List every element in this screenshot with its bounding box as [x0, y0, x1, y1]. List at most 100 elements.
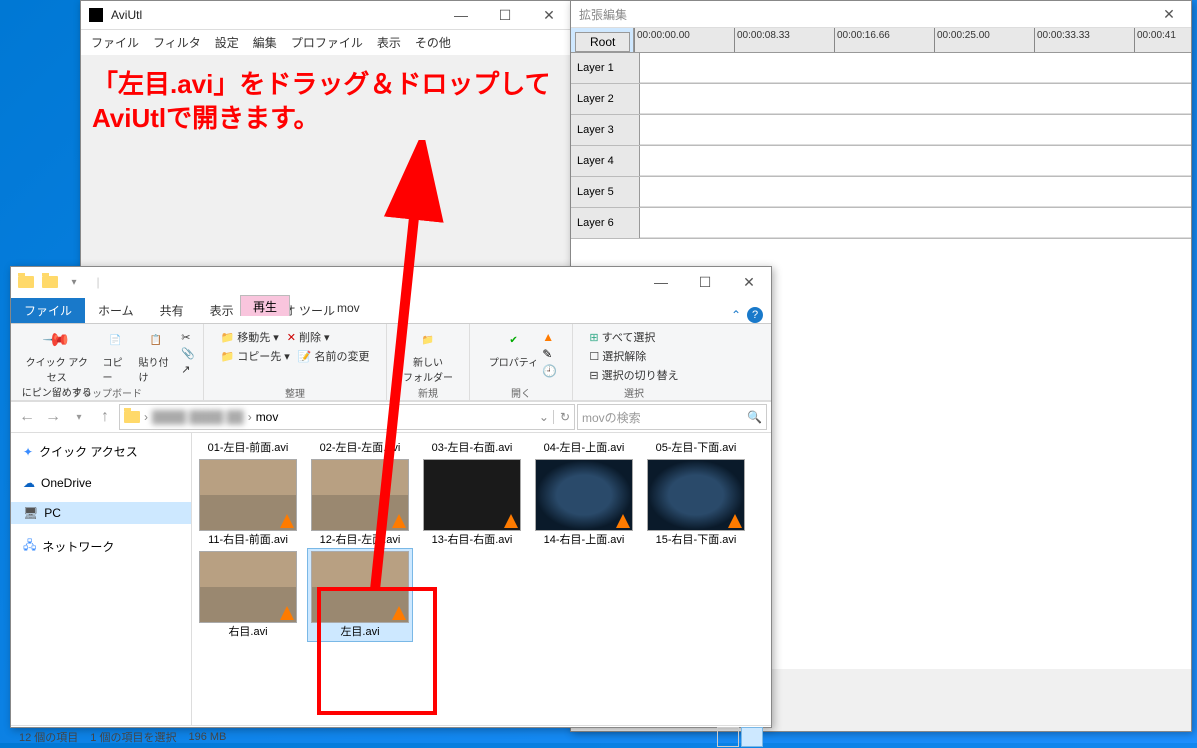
time-ruler[interactable]: 00:00:00.00 00:00:08.33 00:00:16.66 00:0… — [634, 28, 1191, 52]
file-item[interactable]: 13-右目-右面.avi — [420, 457, 524, 549]
video-thumbnail — [311, 551, 409, 623]
cut-button[interactable]: ✂ — [179, 330, 197, 345]
root-button[interactable]: Root — [575, 32, 630, 52]
nav-pane: ✦クイック アクセス ☁OneDrive 🖥PC 🖧ネットワーク — [11, 433, 192, 725]
file-pane[interactable]: 01-左目-前面.avi 02-左目-左面.avi 03-左目-右面.avi 0… — [192, 433, 771, 725]
shortcut-icon: ↗ — [181, 363, 190, 376]
ribbon-expand-icon[interactable]: ⌃ — [731, 308, 741, 322]
file-item[interactable]: 01-左目-前面.avi — [196, 437, 300, 457]
nav-quick-access[interactable]: ✦クイック アクセス — [11, 439, 191, 464]
layer-track[interactable] — [640, 84, 1191, 114]
nav-pc[interactable]: 🖥PC — [11, 502, 191, 524]
tab-file[interactable]: ファイル — [11, 298, 85, 323]
file-item[interactable]: 11-右目-前面.avi — [196, 457, 300, 549]
minimize-button[interactable]: — — [639, 268, 683, 296]
file-item[interactable]: 02-左目-左面.avi — [308, 437, 412, 457]
layer-track[interactable] — [640, 146, 1191, 176]
nav-onedrive[interactable]: ☁OneDrive — [11, 472, 191, 494]
copy-path-button[interactable]: 📎 — [179, 346, 197, 361]
chevron-down-icon: ▾ — [324, 331, 330, 344]
edit-icon[interactable]: ✎ — [542, 347, 557, 361]
details-view-button[interactable] — [717, 727, 739, 747]
aviutl-titlebar[interactable]: AviUtl — ☐ ✕ — [81, 1, 571, 30]
search-input[interactable]: movの検索 🔍 — [577, 404, 767, 430]
up-button[interactable]: ↑ — [93, 405, 117, 429]
file-item[interactable]: 05-左目-下面.avi — [644, 437, 748, 457]
link-icon: 📎 — [181, 347, 195, 360]
file-item[interactable]: 14-右目-上面.avi — [532, 457, 636, 549]
menu-filter[interactable]: フィルタ — [153, 34, 201, 51]
maximize-button[interactable]: ☐ — [683, 268, 727, 296]
invert-selection-button[interactable]: ⊟選択の切り替え — [587, 366, 680, 384]
file-item-left-eye[interactable]: 左目.avi — [308, 549, 412, 641]
file-grid: 11-右目-前面.avi 12-右目-左面.avi 13-右目-右面.avi 1… — [196, 457, 767, 549]
move-to-button[interactable]: 📁移動先▾ — [219, 328, 281, 346]
group-clipboard-label: クリップボード — [11, 385, 203, 400]
layer-label[interactable]: Layer 6 — [571, 208, 640, 238]
file-item[interactable]: 15-右目-下面.avi — [644, 457, 748, 549]
qat-button[interactable] — [39, 271, 61, 293]
layer-track[interactable] — [640, 53, 1191, 83]
file-item[interactable]: 12-右目-左面.avi — [308, 457, 412, 549]
layer-label[interactable]: Layer 2 — [571, 84, 640, 114]
minimize-button[interactable]: — — [439, 1, 483, 29]
vlc-cone-icon[interactable]: ▲ — [542, 330, 557, 344]
select-none-button[interactable]: ☐選択解除 — [587, 347, 680, 365]
thumbnails-view-button[interactable] — [741, 727, 763, 747]
paste-shortcut-button[interactable]: ↗ — [179, 362, 197, 377]
file-item[interactable]: 03-左目-右面.avi — [420, 437, 524, 457]
address-bar[interactable]: › ████ ████ ██ › mov ⌄ ↻ — [119, 404, 575, 430]
addr-folder[interactable]: mov — [256, 410, 279, 424]
menu-edit[interactable]: 編集 — [253, 34, 277, 51]
vlc-cone-icon — [392, 606, 406, 620]
ruler-row: Root 00:00:00.00 00:00:08.33 00:00:16.66… — [571, 28, 1191, 53]
close-button[interactable]: ✕ — [727, 268, 771, 296]
rename-button[interactable]: 📝名前の変更 — [296, 347, 372, 365]
delete-button[interactable]: ✕削除▾ — [285, 328, 332, 346]
close-button[interactable]: ✕ — [527, 1, 571, 29]
menu-profile[interactable]: プロファイル — [291, 34, 363, 51]
nav-network[interactable]: 🖧ネットワーク — [11, 532, 191, 561]
history-icon[interactable]: 🕘 — [542, 364, 557, 378]
select-all-button[interactable]: ⊞すべて選択 — [587, 328, 680, 346]
explorer-titlebar[interactable]: ▾ | — ☐ ✕ — [11, 267, 771, 297]
menu-other[interactable]: その他 — [415, 34, 451, 51]
status-bar: 12 個の項目 1 個の項目を選択 196 MB — [11, 725, 771, 748]
addr-dropdown-icon[interactable]: ⌄ — [539, 410, 549, 424]
properties-button[interactable]: ✔プロパティ — [485, 326, 542, 378]
file-item[interactable]: 04-左目-上面.avi — [532, 437, 636, 457]
star-icon: ✦ — [23, 445, 33, 459]
qat-expand-icon[interactable]: ▾ — [63, 271, 85, 293]
layer-label[interactable]: Layer 1 — [571, 53, 640, 83]
help-icon[interactable]: ? — [747, 307, 763, 323]
ext-titlebar[interactable]: 拡張編集 ✕ — [571, 1, 1191, 28]
file-item-right-eye[interactable]: 右目.avi — [196, 549, 300, 641]
layer-track[interactable] — [640, 177, 1191, 207]
tab-home[interactable]: ホーム — [85, 298, 147, 323]
back-button[interactable]: ← — [15, 405, 39, 429]
new-folder-button[interactable]: 📁新しい フォルダー — [399, 326, 457, 386]
ribbon-tabs: ファイル ホーム 共有 表示 ビデオ ツール ⌃ ? — [11, 297, 771, 324]
file-grid: 01-左目-前面.avi 02-左目-左面.avi 03-左目-右面.avi 0… — [196, 437, 767, 457]
tab-share[interactable]: 共有 — [147, 298, 197, 323]
layer-track[interactable] — [640, 208, 1191, 238]
recent-button[interactable]: ▾ — [67, 405, 91, 429]
status-size: 196 MB — [188, 731, 226, 743]
tab-playback[interactable]: 再生 — [240, 295, 290, 316]
forward-button[interactable]: → — [41, 405, 65, 429]
menu-settings[interactable]: 設定 — [215, 34, 239, 51]
layer-label[interactable]: Layer 3 — [571, 115, 640, 145]
maximize-button[interactable]: ☐ — [483, 1, 527, 29]
vlc-cone-icon — [728, 514, 742, 528]
ext-close-button[interactable]: ✕ — [1147, 0, 1191, 28]
menu-view[interactable]: 表示 — [377, 34, 401, 51]
layer-track[interactable] — [640, 115, 1191, 145]
aviutl-window: AviUtl — ☐ ✕ ファイル フィルタ 設定 編集 プロファイル 表示 そ… — [80, 0, 572, 302]
layer-label[interactable]: Layer 5 — [571, 177, 640, 207]
qat-divider: | — [87, 271, 109, 293]
menu-file[interactable]: ファイル — [91, 34, 139, 51]
aviutl-menubar: ファイル フィルタ 設定 編集 プロファイル 表示 その他 — [81, 30, 571, 55]
layer-label[interactable]: Layer 4 — [571, 146, 640, 176]
refresh-icon[interactable]: ↻ — [553, 410, 570, 424]
copy-to-button[interactable]: 📁コピー先▾ — [219, 347, 292, 365]
